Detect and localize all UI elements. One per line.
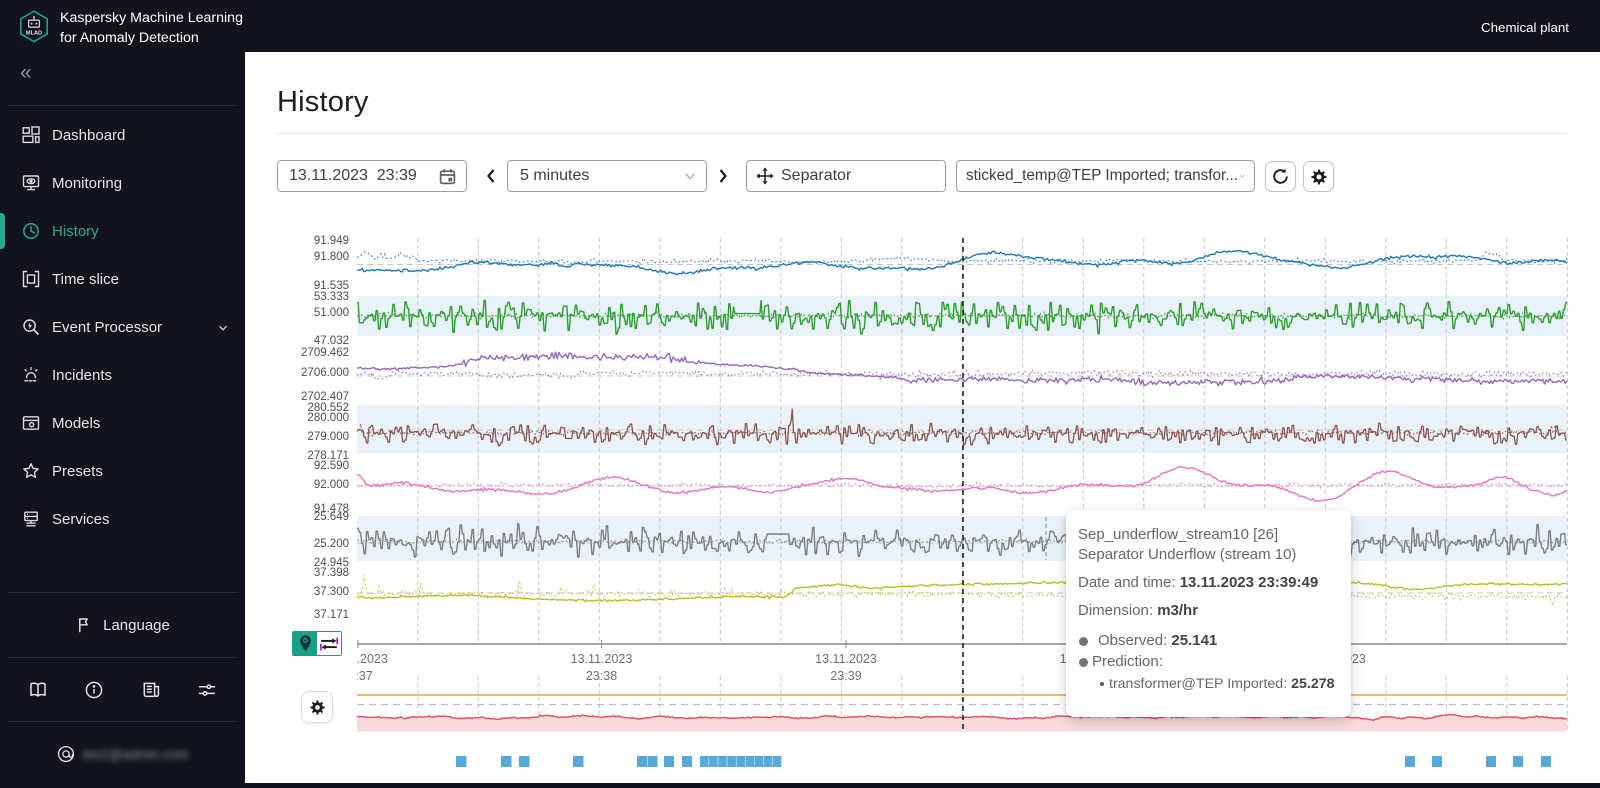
svg-text:92.000: 92.000 xyxy=(314,479,349,491)
svg-text:51.000: 51.000 xyxy=(314,307,349,319)
svg-text:279.000: 279.000 xyxy=(307,431,349,443)
svg-text:23:38: 23:38 xyxy=(586,669,617,683)
svg-text:91.949: 91.949 xyxy=(314,235,349,247)
svg-text:2706.000: 2706.000 xyxy=(301,367,349,379)
svg-text:37.398: 37.398 xyxy=(314,567,349,579)
svg-text:37.171: 37.171 xyxy=(314,609,349,621)
svg-text:53.333: 53.333 xyxy=(314,291,349,303)
svg-text:13.11.2023: 13.11.2023 xyxy=(815,652,877,666)
svg-text:91.800: 91.800 xyxy=(314,251,349,263)
svg-text:47.032: 47.032 xyxy=(314,335,349,347)
svg-text:23:37: 23:37 xyxy=(341,669,372,683)
svg-text:MLAD: MLAD xyxy=(26,31,42,37)
svg-text:280.000: 280.000 xyxy=(307,412,349,424)
svg-text:92.590: 92.590 xyxy=(314,460,349,472)
svg-text:25.649: 25.649 xyxy=(314,511,349,523)
svg-text:23:39: 23:39 xyxy=(830,669,861,683)
svg-text:13.11.2023: 13.11.2023 xyxy=(571,652,633,666)
svg-text:25.200: 25.200 xyxy=(314,538,349,550)
svg-text:2709.462: 2709.462 xyxy=(301,347,349,359)
svg-text:37.300: 37.300 xyxy=(314,586,349,598)
